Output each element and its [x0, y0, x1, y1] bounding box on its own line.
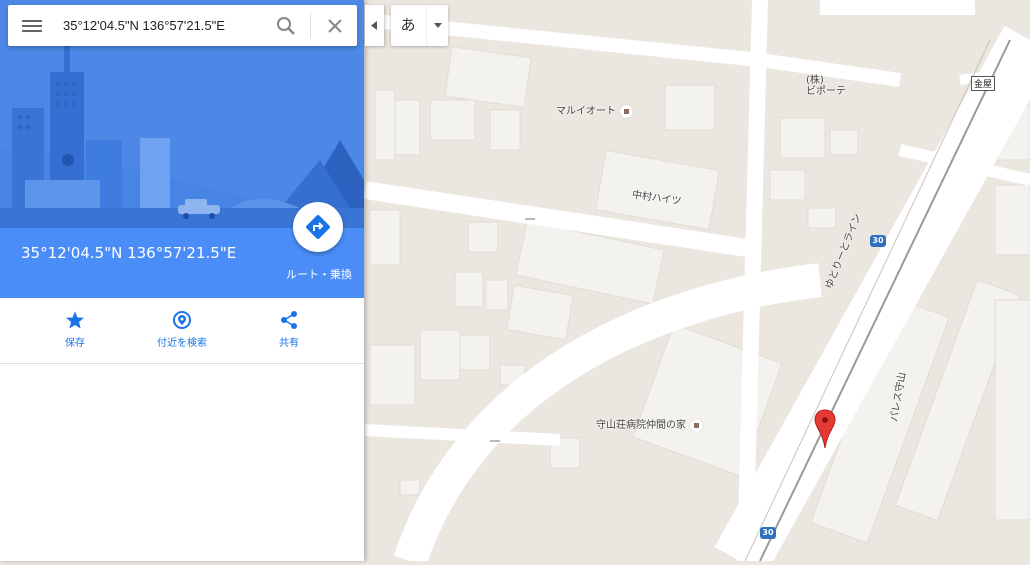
- search-box: [8, 5, 357, 46]
- caret-down-icon: [434, 23, 442, 28]
- location-pin-icon[interactable]: [814, 409, 836, 449]
- directions-label[interactable]: ルート・乗換: [286, 266, 352, 282]
- input-method-button[interactable]: あ: [391, 5, 425, 46]
- search-input[interactable]: [63, 15, 268, 35]
- directions-button[interactable]: [293, 202, 343, 252]
- search-separator: [310, 13, 311, 38]
- caret-left-icon: [371, 21, 377, 30]
- collapse-panel-button[interactable]: [365, 5, 384, 46]
- hamburger-menu-icon[interactable]: [22, 17, 42, 35]
- star-icon: [66, 311, 84, 329]
- poi-bipote[interactable]: (株) ビポーテ: [806, 75, 846, 97]
- poi-hospital-label: 守山荘病院仲間の家: [596, 420, 686, 431]
- close-icon[interactable]: [324, 15, 346, 37]
- hospital-icon: [690, 418, 703, 432]
- route-shield-30-upper: 30: [870, 235, 886, 247]
- place-title: 35°12'04.5"N 136°57'21.5"E: [21, 244, 237, 262]
- route-shield-30-lower: 30: [760, 527, 776, 539]
- search-nearby-label: 付近を検索: [157, 338, 207, 349]
- poi-bipote-label-1: (株): [806, 75, 824, 86]
- share-button[interactable]: 共有: [269, 310, 309, 349]
- shop-icon: [620, 104, 633, 118]
- share-icon: [281, 311, 297, 329]
- search-nearby-button[interactable]: 付近を検索: [147, 310, 217, 349]
- poi-hospital[interactable]: 守山荘病院仲間の家: [596, 416, 703, 432]
- poi-maruiote[interactable]: マルイオート: [556, 102, 633, 118]
- side-panel: 35°12'04.5"N 136°57'21.5"E ルート・乗換 保存 付近を…: [0, 0, 364, 561]
- magnifier-icon[interactable]: [275, 15, 297, 37]
- poi-bipote-label-2: ビポーテ: [806, 86, 846, 97]
- input-tools: あ: [391, 5, 448, 46]
- save-label: 保存: [65, 338, 85, 349]
- panel-divider: [0, 363, 364, 364]
- directions-icon: [306, 215, 330, 239]
- station-kanaya[interactable]: 金屋: [971, 76, 996, 91]
- poi-maruiote-label: マルイオート: [556, 106, 616, 117]
- input-method-dropdown[interactable]: [426, 5, 449, 46]
- share-label: 共有: [279, 338, 299, 349]
- nearby-pin-icon: [173, 311, 191, 329]
- save-button[interactable]: 保存: [55, 310, 95, 349]
